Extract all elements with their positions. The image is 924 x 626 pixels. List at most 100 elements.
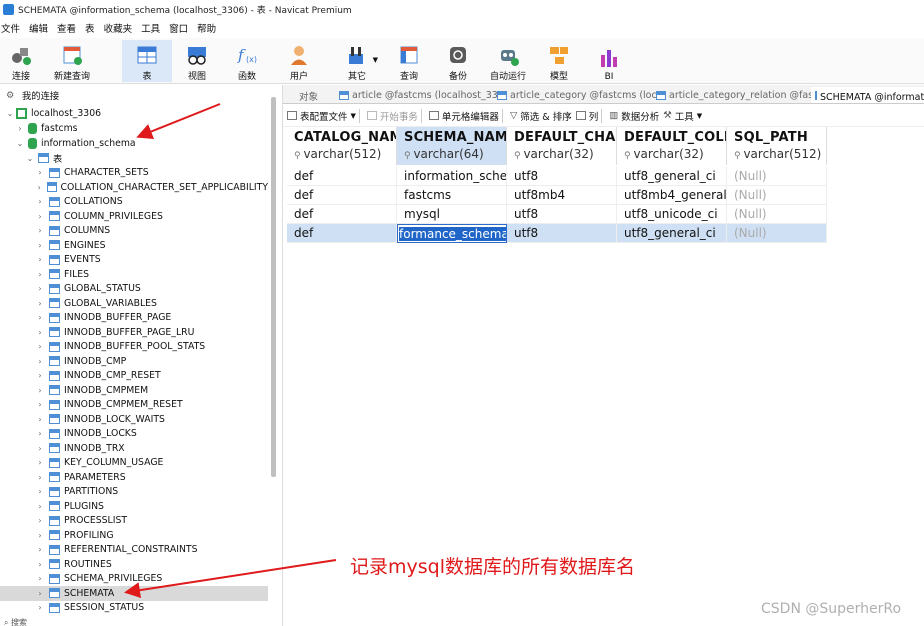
chevron-right-icon[interactable]: › bbox=[36, 502, 44, 511]
view-button[interactable]: 视图 bbox=[182, 40, 212, 82]
grid-cell[interactable]: (Null) bbox=[727, 224, 827, 243]
grid-cell[interactable]: information_schema bbox=[397, 167, 507, 186]
tree-table-item[interactable]: › FILES bbox=[0, 267, 268, 282]
tools-button[interactable]: ⚒ 工具 ▼ bbox=[663, 109, 702, 123]
filter-sort-button[interactable]: ▽ 筛选 & 排序 bbox=[510, 109, 572, 123]
grid-cell[interactable]: def bbox=[287, 224, 397, 243]
tree-table-item[interactable]: › INNODB_TRX bbox=[0, 441, 268, 456]
chevron-right-icon[interactable]: › bbox=[36, 487, 44, 496]
chevron-right-icon[interactable]: › bbox=[36, 516, 44, 525]
tree-table-item[interactable]: › GLOBAL_VARIABLES bbox=[0, 296, 268, 311]
grid-cell[interactable]: utf8mb4 bbox=[507, 186, 617, 205]
chevron-right-icon[interactable]: › bbox=[36, 473, 44, 482]
menu-favorites[interactable]: 收藏夹 bbox=[104, 21, 142, 35]
chevron-right-icon[interactable]: › bbox=[36, 357, 44, 366]
tree-table-item[interactable]: › INNODB_LOCK_WAITS bbox=[0, 412, 268, 427]
tree-table-item[interactable]: › KEY_COLUMN_USAGE bbox=[0, 456, 268, 471]
tree-table-item[interactable]: › INNODB_BUFFER_PAGE_LRU bbox=[0, 325, 268, 340]
tree-table-item[interactable]: › PARTITIONS bbox=[0, 485, 268, 500]
chevron-right-icon[interactable]: › bbox=[36, 270, 44, 279]
tree-db-fastcms[interactable]: › fastcms bbox=[16, 121, 77, 136]
tree-table-item[interactable]: › COLLATION_CHARACTER_SET_APPLICABILITY bbox=[0, 180, 268, 195]
column-header[interactable]: CATALOG_NAME⚲ varchar(512) bbox=[287, 127, 397, 165]
grid-cell[interactable]: mysql bbox=[397, 205, 507, 224]
tree-table-item[interactable]: › INNODB_CMP bbox=[0, 354, 268, 369]
menu-window[interactable]: 窗口 bbox=[169, 21, 197, 35]
tree-table-item[interactable]: › INNODB_BUFFER_POOL_STATS bbox=[0, 340, 268, 355]
column-header[interactable]: SCHEMA_NAME ⚲ varchar(64) bbox=[397, 127, 507, 165]
grid-cell[interactable]: (Null) bbox=[727, 186, 827, 205]
tab-article-category[interactable]: article_category @fastcms (loc... bbox=[493, 87, 666, 103]
tree-table-item[interactable]: › COLUMN_PRIVILEGES bbox=[0, 209, 268, 224]
tab-article-category-relation[interactable]: article_category_relation @fast... bbox=[652, 87, 826, 103]
chevron-right-icon[interactable]: › bbox=[36, 197, 44, 206]
menu-file[interactable]: 文件 bbox=[0, 21, 29, 35]
chevron-down-icon[interactable]: ⌄ bbox=[6, 109, 14, 118]
menu-tools[interactable]: 工具 bbox=[141, 21, 169, 35]
chevron-right-icon[interactable]: › bbox=[36, 313, 44, 322]
chevron-right-icon[interactable]: › bbox=[16, 124, 24, 133]
tree-table-item[interactable]: › PARAMETERS bbox=[0, 470, 268, 485]
chevron-right-icon[interactable]: › bbox=[36, 168, 44, 177]
cell-editor-button[interactable]: 单元格编辑器 bbox=[428, 109, 499, 123]
tree-table-item[interactable]: › COLUMNS bbox=[0, 224, 268, 239]
tree-tables-folder[interactable]: ⌄ 表 bbox=[26, 151, 62, 166]
chevron-right-icon[interactable]: › bbox=[36, 531, 44, 540]
tab-objects[interactable]: 对象 bbox=[295, 87, 318, 103]
tree-table-item[interactable]: › INNODB_LOCKS bbox=[0, 427, 268, 442]
automation-button[interactable]: 自动运行 bbox=[488, 40, 528, 82]
chevron-right-icon[interactable]: › bbox=[36, 183, 42, 192]
chevron-right-icon[interactable]: › bbox=[36, 400, 44, 409]
chevron-right-icon[interactable]: › bbox=[36, 603, 44, 612]
chevron-right-icon[interactable]: › bbox=[36, 255, 44, 264]
grid-cell[interactable]: def bbox=[287, 186, 397, 205]
model-button[interactable]: 模型 bbox=[544, 40, 574, 82]
grid-cell[interactable]: utf8_general_ci bbox=[617, 167, 727, 186]
tree-table-item[interactable]: › SCHEMATA bbox=[0, 586, 268, 601]
tab-schemata[interactable]: SCHEMATA @information_schema (localhost_… bbox=[811, 87, 924, 103]
menu-help[interactable]: 帮助 bbox=[197, 21, 225, 35]
grid-cell[interactable]: utf8 bbox=[507, 167, 617, 186]
menu-edit[interactable]: 编辑 bbox=[29, 21, 57, 35]
sidebar-search[interactable]: ⌕ 搜索 bbox=[4, 617, 268, 626]
grid-cell[interactable]: utf8 bbox=[507, 224, 617, 243]
grid-cell[interactable]: utf8_unicode_ci bbox=[617, 205, 727, 224]
other-button[interactable]: 其它 ▼ bbox=[334, 40, 380, 82]
tree-table-item[interactable]: › GLOBAL_STATUS bbox=[0, 282, 268, 297]
chevron-right-icon[interactable]: › bbox=[36, 574, 44, 583]
grid-cell[interactable]: fastcms bbox=[397, 186, 507, 205]
tree-table-item[interactable]: › SESSION_STATUS bbox=[0, 601, 268, 616]
menu-table[interactable]: 表 bbox=[85, 21, 104, 35]
tree-connection[interactable]: ⌄ localhost_3306 bbox=[6, 106, 101, 121]
grid-cell[interactable]: utf8_general_ci bbox=[617, 224, 727, 243]
tree-table-item[interactable]: › REFERENTIAL_CONSTRAINTS bbox=[0, 543, 268, 558]
grid-cell[interactable]: (Null) bbox=[727, 167, 827, 186]
tree-table-item[interactable]: › ROUTINES bbox=[0, 557, 268, 572]
new-query-button[interactable]: 新建查询 bbox=[52, 40, 92, 82]
backup-button[interactable]: 备份 bbox=[443, 40, 473, 82]
chevron-right-icon[interactable]: › bbox=[36, 444, 44, 453]
chevron-right-icon[interactable]: › bbox=[36, 429, 44, 438]
tree-table-item[interactable]: › PROFILING bbox=[0, 528, 268, 543]
grid-cell[interactable]: def bbox=[287, 205, 397, 224]
columns-button[interactable]: 列 bbox=[575, 109, 598, 123]
menu-view[interactable]: 查看 bbox=[57, 21, 85, 35]
chevron-right-icon[interactable]: › bbox=[36, 545, 44, 554]
chevron-right-icon[interactable]: › bbox=[36, 226, 44, 235]
chevron-right-icon[interactable]: › bbox=[36, 342, 44, 351]
tree-root-my-connections[interactable]: ⚙ 我的连接 bbox=[6, 88, 59, 103]
cell-editor-text[interactable]: formance_schema bbox=[399, 227, 506, 241]
tree-db-information-schema[interactable]: ⌄ information_schema bbox=[16, 136, 136, 151]
chevron-down-icon[interactable]: ⌄ bbox=[16, 139, 24, 148]
tree-table-item[interactable]: › CHARACTER_SETS bbox=[0, 166, 268, 181]
chevron-down-icon[interactable]: ⌄ bbox=[26, 154, 34, 163]
table-button[interactable]: 表 bbox=[122, 40, 172, 82]
chevron-right-icon[interactable]: › bbox=[36, 299, 44, 308]
column-header[interactable]: SQL_PATH ⚲ varchar(512) bbox=[727, 127, 827, 165]
tree-table-item[interactable]: › INNODB_CMP_RESET bbox=[0, 369, 268, 384]
chevron-right-icon[interactable]: › bbox=[36, 328, 44, 337]
tree-table-item[interactable]: › INNODB_CMPMEM_RESET bbox=[0, 398, 268, 413]
connection-button[interactable]: 连接 bbox=[6, 40, 36, 82]
chevron-right-icon[interactable]: › bbox=[36, 458, 44, 467]
tree-table-item[interactable]: › COLLATIONS bbox=[0, 195, 268, 210]
